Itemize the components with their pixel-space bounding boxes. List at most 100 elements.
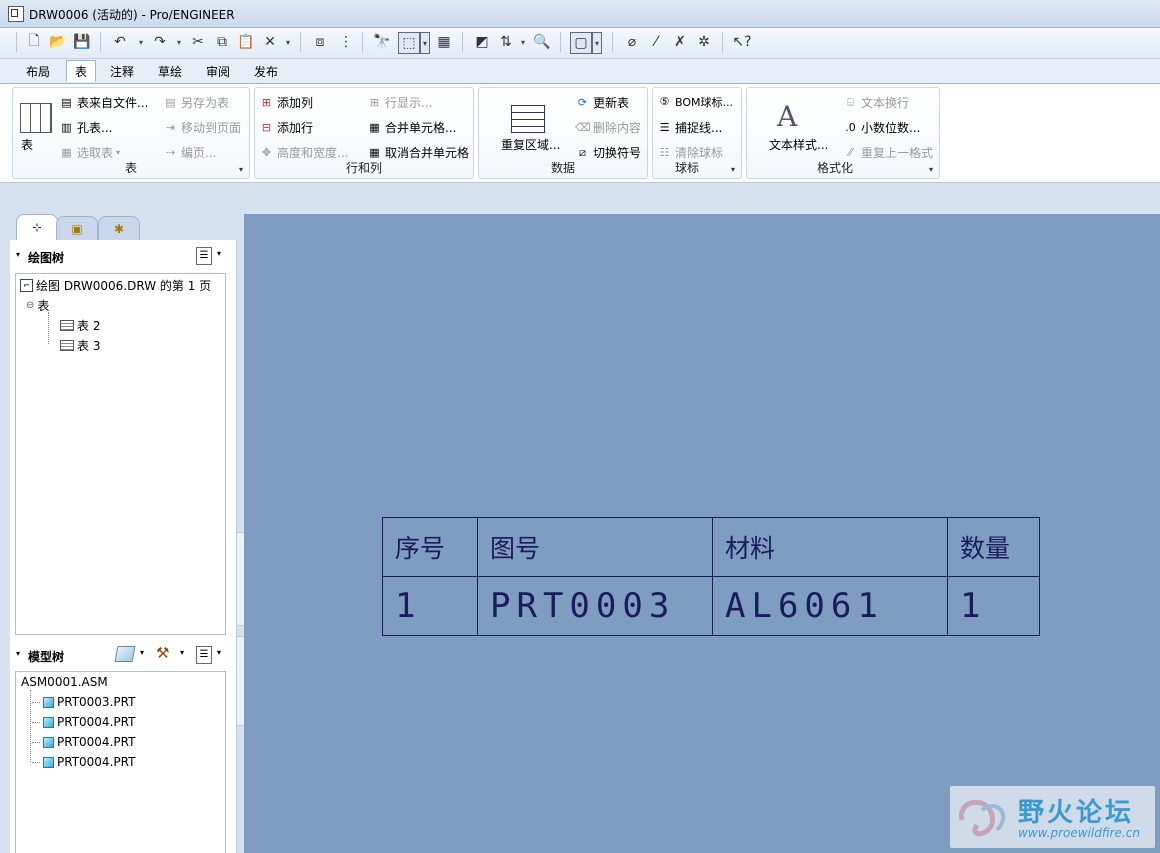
tab-layout[interactable]: 布局 (26, 63, 50, 80)
add-column-button[interactable]: ⊞ 添加列 (259, 94, 313, 111)
copy-icon[interactable]: ⧉ (212, 32, 232, 52)
tree-item-tables[interactable]: ⊖ 表 (26, 297, 49, 314)
tree-item-assembly[interactable]: ASM0001.ASM (21, 675, 108, 689)
tree-icon[interactable]: ⋮ (336, 32, 356, 52)
bom-balloon-button[interactable]: ⑤ BOM球标... (657, 94, 733, 110)
redraw-icon[interactable]: ◩ (472, 32, 492, 52)
zoom-icon[interactable]: 🔍 (532, 32, 552, 52)
tree-item-part[interactable]: PRT0004.PRT (32, 715, 135, 729)
add-row-icon: ⊟ (261, 120, 272, 134)
tab-sketch[interactable]: 草绘 (158, 63, 182, 80)
find-icon[interactable]: 🔭 (372, 32, 392, 52)
bom-table[interactable]: 序号 图号 材料 数量 1 PRT0003 AL6061 1 (382, 517, 1040, 636)
undo-icon[interactable]: ↶ (110, 32, 130, 52)
text-wrap-button[interactable]: ⌸ 文本换行 (843, 94, 909, 111)
add-row-button[interactable]: ⊟ 添加行 (259, 119, 313, 136)
select-dropdown-icon[interactable]: ▾ (420, 32, 430, 54)
table-from-file-button[interactable]: ▤ 表来自文件... (59, 94, 148, 111)
tree-item-part[interactable]: PRT0004.PRT (32, 755, 135, 769)
delete-dropdown-icon[interactable]: ▾ (284, 32, 292, 52)
tree-item-part[interactable]: PRT0003.PRT (32, 695, 135, 709)
table-header-cell[interactable]: 序号 (382, 517, 478, 577)
tab-publish[interactable]: 发布 (254, 63, 278, 80)
open-folder-icon[interactable]: 📂 (48, 32, 68, 52)
redo-icon[interactable]: ↷ (150, 32, 170, 52)
table-icon (60, 340, 74, 351)
drawing-icon: ⌐ (20, 279, 33, 292)
table-header-cell[interactable]: 图号 (477, 517, 713, 577)
datum-axis-icon[interactable]: ⁄ (646, 32, 666, 52)
settings-dropdown-icon[interactable]: ▾ (217, 648, 221, 657)
group-title-rows-columns: 行和列 (345, 161, 382, 175)
text-style-button[interactable]: 文本样式... (769, 136, 828, 153)
text-style-large-icon: A (777, 100, 798, 133)
drawing-tree: ⌐ 绘图 DRW0006.DRW 的第 1 页 ⊖ 表 表 2 表 3 (15, 273, 226, 635)
save-as-table-icon: ▤ (165, 95, 176, 109)
undo-dropdown-icon[interactable]: ▾ (137, 32, 145, 52)
settings-dropdown-icon[interactable]: ▾ (217, 249, 221, 258)
save-as-table-button[interactable]: ▤ 另存为表 (163, 94, 229, 111)
model-tree-tab[interactable]: ⊹ (16, 214, 58, 240)
cut-icon[interactable]: ✂ (188, 32, 208, 52)
navigator-tabs: ⊹ ▣ ✱ (10, 214, 240, 240)
snap-line-button[interactable]: ☰ 捕捉线... (657, 119, 723, 136)
tab-review[interactable]: 审阅 (206, 63, 230, 80)
folders-icon: ▣ (71, 221, 83, 236)
table-cell[interactable]: AL6061 (712, 576, 948, 636)
layers-icon[interactable]: ⧈ (310, 32, 330, 52)
datum-point-icon[interactable]: ✗ (670, 32, 690, 52)
orient-icon[interactable]: ⇅ (496, 32, 516, 52)
folder-browser-tab[interactable]: ▣ (56, 216, 98, 240)
new-file-icon[interactable]: 🗋 (24, 32, 44, 52)
paste-icon[interactable]: 📋 (236, 32, 256, 52)
tree-item-table[interactable]: 表 2 (60, 317, 100, 334)
drawing-tree-header: ▾ 绘图树 ☰ ▾ (10, 243, 236, 269)
show-dropdown-icon[interactable]: ▾ (140, 648, 144, 657)
ribbon-group-table: 表 ▤ 表来自文件... ▥ 孔表... ▦ 选取表 ▾ ▤ 另存为表 ⇥ 移动到页面 ⇢ 编… (12, 87, 250, 179)
group-expand-icon[interactable]: ▾ (239, 165, 243, 174)
settings-list-icon[interactable]: ☰ (196, 646, 212, 664)
delete-icon[interactable]: ✕ (260, 32, 280, 52)
table-header-cell[interactable]: 数量 (947, 517, 1040, 577)
display-style-icon[interactable]: ▢ (570, 32, 592, 54)
tree-item-drawing-page[interactable]: ⌐ 绘图 DRW0006.DRW 的第 1 页 (20, 277, 211, 294)
update-table-icon: ⟳ (577, 95, 588, 109)
display-style-dropdown-icon[interactable]: ▾ (592, 32, 602, 54)
save-icon[interactable]: 💾 (72, 32, 92, 52)
delete-content-button[interactable]: ⌫ 删除内容 (575, 119, 641, 136)
tab-table[interactable]: 表 (66, 60, 97, 82)
update-table-button[interactable]: ⟳ 更新表 (575, 94, 629, 111)
settings-list-icon[interactable]: ☰ (196, 247, 212, 265)
row-display-button[interactable]: ⊞ 行显示... (367, 94, 433, 111)
datum-plane-icon[interactable]: ⌀ (622, 32, 642, 52)
redo-dropdown-icon[interactable]: ▾ (175, 32, 183, 52)
context-help-icon[interactable]: ↖? (732, 32, 752, 52)
group-expand-icon[interactable]: ▾ (731, 165, 735, 174)
tools-dropdown-icon[interactable]: ▾ (180, 648, 184, 657)
tools-icon[interactable]: ⚒ (156, 644, 169, 662)
decimal-places-button[interactable]: .0 小数位数... (843, 119, 920, 136)
insert-table-button[interactable]: 表 (21, 136, 33, 153)
favorites-tab[interactable]: ✱ (98, 216, 140, 240)
orient-dropdown-icon[interactable]: ▾ (519, 32, 527, 52)
tree-item-table[interactable]: 表 3 (60, 337, 100, 354)
table-cell[interactable]: 1 (382, 576, 478, 636)
select-box-icon[interactable]: ⬚ (398, 32, 420, 54)
merge-cells-button[interactable]: ▦ 合并单元格... (367, 119, 456, 136)
tree-collapse-icon[interactable]: ⊖ (26, 300, 34, 311)
repeat-region-large-icon (511, 105, 545, 133)
move-to-page-button[interactable]: ⇥ 移动到页面 (163, 119, 241, 136)
repeat-region-button[interactable]: 重复区域... (501, 136, 560, 153)
table-cell[interactable]: PRT0003 (477, 576, 713, 636)
coordinate-system-icon[interactable]: ✲ (694, 32, 714, 52)
hole-table-button[interactable]: ▥ 孔表... (59, 119, 112, 136)
group-expand-icon[interactable]: ▾ (929, 165, 933, 174)
filter-icon[interactable]: ▦ (434, 32, 454, 52)
tree-item-part[interactable]: PRT0004.PRT (32, 735, 135, 749)
collapse-icon[interactable]: ▾ (16, 649, 20, 658)
tab-annotate[interactable]: 注释 (110, 63, 134, 80)
collapse-icon[interactable]: ▾ (16, 250, 20, 259)
table-cell[interactable]: 1 (947, 576, 1040, 636)
show-icon[interactable] (114, 646, 136, 662)
table-header-cell[interactable]: 材料 (712, 517, 948, 577)
